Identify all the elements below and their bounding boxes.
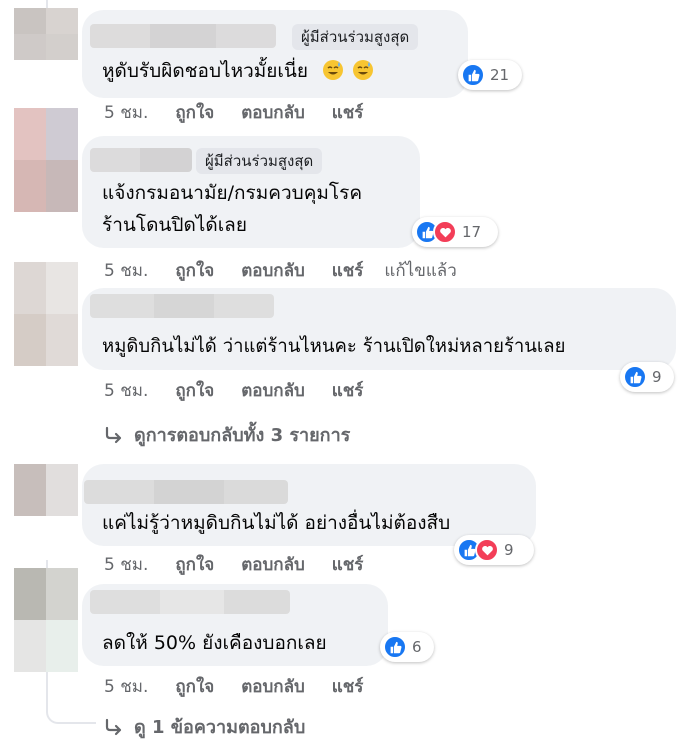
comment-actions: 5 ชม. ถูกใจ ตอบกลับ แชร์ [104, 554, 363, 576]
reaction-count: 17 [462, 223, 482, 241]
edited-label[interactable]: แก้ไขแล้ว [384, 260, 456, 282]
reply-button[interactable]: ตอบกลับ [241, 554, 305, 576]
reaction-count: 21 [490, 66, 510, 84]
like-icon [461, 63, 485, 87]
comment-text-line: หูดับรับผิดชอบไหวมั้ยเนี่ย [102, 60, 309, 82]
share-button[interactable]: แชร์ [332, 380, 364, 402]
like-button[interactable]: ถูกใจ [175, 102, 214, 124]
reply-arrow-icon [105, 426, 122, 443]
comment-actions: 5 ชม. ถูกใจ ตอบกลับ แชร์ แก้ไขแล้ว [104, 260, 457, 282]
comment-timestamp[interactable]: 5 ชม. [104, 676, 148, 698]
sweat-smile-emoji [323, 60, 344, 80]
like-icon [623, 365, 647, 389]
comment-actions: 5 ชม. ถูกใจ ตอบกลับ แชร์ [104, 102, 363, 124]
comment-timestamp[interactable]: 5 ชม. [104, 260, 148, 282]
comment-bubble: หมูดิบกินไม่ได้ ว่าแต่ร้านไหนคะ ร้านเปิด… [82, 288, 676, 370]
like-icon [383, 635, 407, 659]
reaction-count: 6 [412, 638, 422, 656]
like-button[interactable]: ถูกใจ [175, 380, 214, 402]
comment-timestamp[interactable]: 5 ชม. [104, 554, 148, 576]
comment-text-line: ลดให้ 50% ยังเคืองบอกเลย [102, 632, 327, 654]
comment-bubble: ผู้มีส่วนร่วมสูงสุด หูดับรับผิดชอบไหวมั้… [82, 10, 468, 98]
sweat-smile-emoji [353, 60, 374, 80]
comment-text: หูดับรับผิดชอบไหวมั้ยเนี่ย [102, 56, 374, 86]
avatar[interactable] [14, 568, 78, 672]
comment-timestamp[interactable]: 5 ชม. [104, 102, 148, 124]
comment-timestamp[interactable]: 5 ชม. [104, 380, 148, 402]
view-replies-link[interactable]: ดู 1 ข้อความตอบกลับ [104, 712, 305, 741]
reactions-summary[interactable]: 9 [620, 362, 674, 392]
comment-text-line: แจ้งกรมอนามัย/กรมควบคุมโรค [102, 182, 363, 204]
reaction-count: 9 [652, 368, 662, 386]
comment-bubble: แค่ไม่รู้ว่าหมูดิบกินไม่ได้ อย่างอื่นไม่… [82, 464, 536, 546]
avatar[interactable] [14, 108, 78, 212]
comment-bubble: ลดให้ 50% ยังเคืองบอกเลย [82, 584, 388, 666]
share-button[interactable]: แชร์ [332, 676, 364, 698]
reactions-summary[interactable]: 17 [412, 217, 498, 247]
author-name-blurred[interactable] [90, 148, 192, 172]
reactions-summary[interactable]: 9 [454, 535, 534, 565]
author-name-blurred[interactable] [90, 24, 276, 48]
comment-text-line: หมูดิบกินไม่ได้ ว่าแต่ร้านไหนคะ ร้านเปิด… [102, 336, 566, 357]
reactions-summary[interactable]: 6 [380, 632, 434, 662]
comment-text-line: ร้านโดนปิดได้เลย [102, 214, 247, 236]
love-icon [433, 220, 457, 244]
avatar[interactable] [14, 464, 78, 516]
share-button[interactable]: แชร์ [332, 102, 364, 124]
view-replies-link[interactable]: ดูการตอบกลับทั้ง 3 รายการ [104, 420, 350, 449]
author-name-blurred[interactable] [90, 590, 290, 614]
like-button[interactable]: ถูกใจ [175, 676, 214, 698]
author-name-blurred[interactable] [90, 294, 274, 318]
comment-actions: 5 ชม. ถูกใจ ตอบกลับ แชร์ [104, 676, 363, 698]
reactions-summary[interactable]: 21 [458, 60, 522, 90]
top-fan-badge: ผู้มีส่วนร่วมสูงสุด [196, 148, 323, 174]
reply-button[interactable]: ตอบกลับ [241, 102, 305, 124]
reaction-count: 9 [504, 541, 514, 559]
reply-button[interactable]: ตอบกลับ [241, 260, 305, 282]
like-button[interactable]: ถูกใจ [175, 554, 214, 576]
avatar[interactable] [14, 8, 78, 60]
reply-button[interactable]: ตอบกลับ [241, 380, 305, 402]
avatar[interactable] [14, 262, 78, 366]
reply-arrow-icon [105, 718, 122, 735]
comment-bubble: ผู้มีส่วนร่วมสูงสุด แจ้งกรมอนามัย/กรมควบ… [82, 136, 420, 248]
share-button[interactable]: แชร์ [332, 554, 364, 576]
reply-button[interactable]: ตอบกลับ [241, 676, 305, 698]
comment-actions: 5 ชม. ถูกใจ ตอบกลับ แชร์ [104, 380, 363, 402]
share-button[interactable]: แชร์ [332, 260, 364, 282]
top-fan-badge: ผู้มีส่วนร่วมสูงสุด [292, 24, 419, 50]
love-icon [475, 538, 499, 562]
view-replies-label: ดู 1 ข้อความตอบกลับ [134, 717, 306, 738]
comment-text-line: แค่ไม่รู้ว่าหมูดิบกินไม่ได้ อย่างอื่นไม่… [102, 512, 451, 534]
view-replies-label: ดูการตอบกลับทั้ง 3 รายการ [134, 425, 351, 446]
like-button[interactable]: ถูกใจ [175, 260, 214, 282]
author-name-blurred[interactable] [84, 480, 288, 504]
